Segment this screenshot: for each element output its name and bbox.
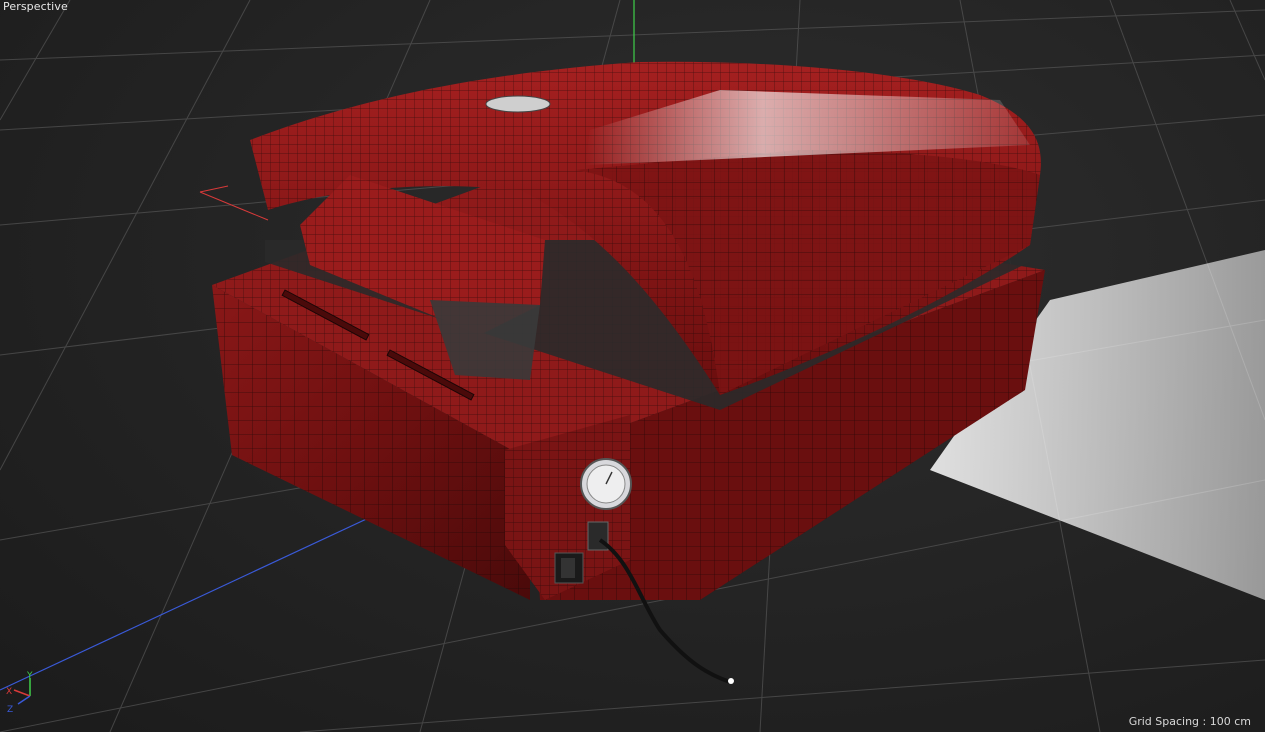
power-switch-icon — [554, 552, 584, 584]
axis-gizmo: Y X Z — [6, 671, 33, 715]
axis-y-label: Y — [26, 671, 33, 681]
axis-z-label: Z — [7, 705, 13, 715]
pressure-gauge-icon — [580, 458, 632, 510]
logo-emblem — [485, 95, 551, 113]
axis-x-label: X — [6, 687, 12, 697]
3d-viewport[interactable]: Perspective Y X Z Grid Spacing : 100 cm — [0, 0, 1265, 732]
grid-spacing-readout: Grid Spacing : 100 cm — [1128, 715, 1251, 728]
heat-press-model — [212, 61, 1045, 600]
view-name-label[interactable]: Perspective — [3, 0, 68, 13]
world-z-axis — [0, 507, 391, 691]
scene-canvas[interactable] — [0, 0, 1265, 732]
